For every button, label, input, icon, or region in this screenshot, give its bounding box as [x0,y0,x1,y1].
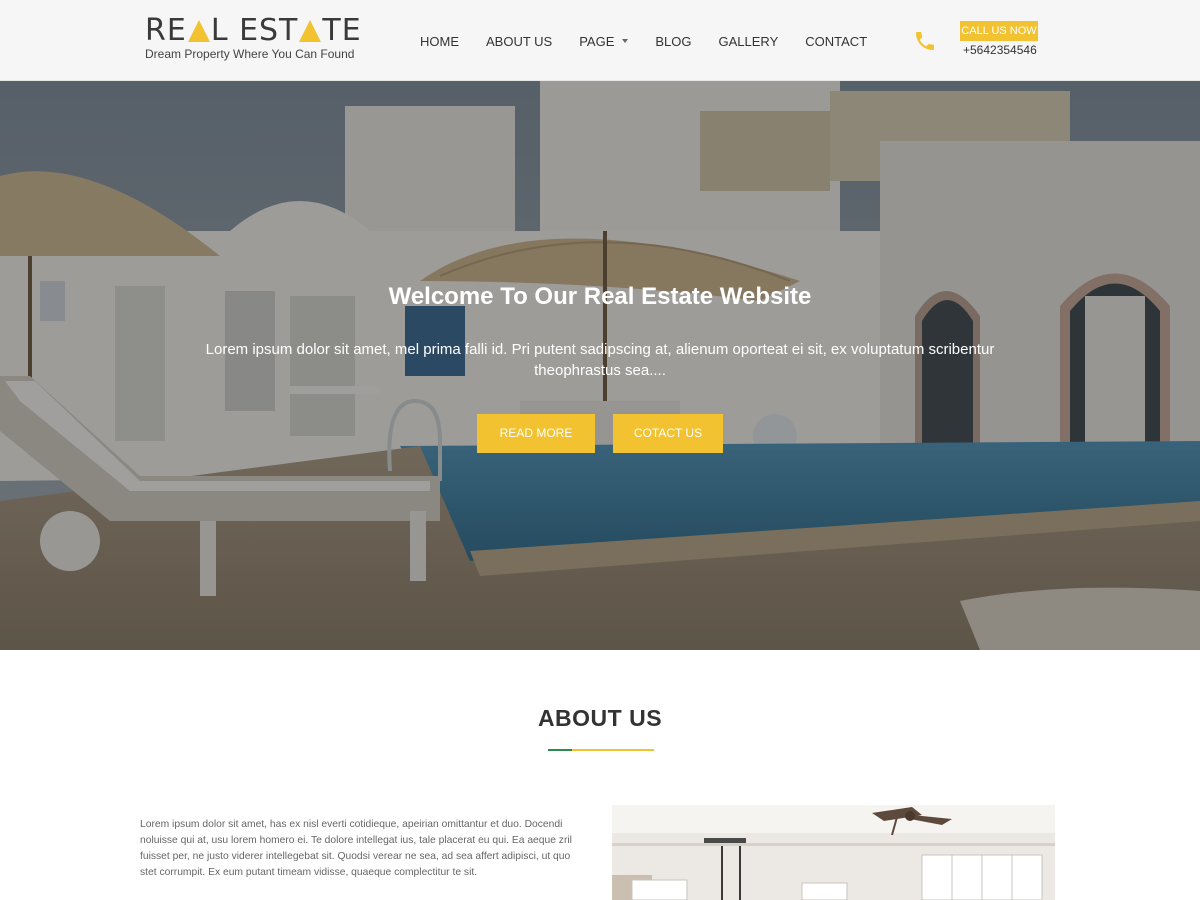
read-more-button[interactable]: READ MORE [477,414,595,453]
nav-item-label: HOME [420,33,459,49]
logo-title-part: RE [145,13,187,48]
nav-item-label: GALLERY [718,33,779,49]
hero-banner: Welcome To Our Real Estate Website Lorem… [0,81,1200,650]
logo-tagline: Dream Property Where You Can Found [145,47,355,61]
nav-item-label: PAGE [579,33,615,49]
nav-item-gallery[interactable]: GALLERY [719,34,779,49]
logo-title-part: TE [322,13,362,48]
nav-item-contact[interactable]: CONTACT [805,34,867,49]
underline-accent [548,749,572,751]
interior-photo [612,805,1055,900]
site-logo[interactable]: RE L EST TE Dream Property Where You Can F… [145,13,362,62]
phone-icon [916,32,934,50]
nav-item-label: ABOUT US [486,33,553,49]
nav-item-label: BLOG [655,33,692,49]
about-description: Lorem ipsum dolor sit amet, has ex nisl … [140,819,572,878]
logo-title: RE L EST TE [145,13,362,48]
nav-item-page[interactable]: PAGE [579,33,629,49]
contact-us-button[interactable]: COTACT US [613,414,723,453]
logo-a-triangle-icon [187,20,210,42]
nav-item-label: CONTACT [805,33,868,49]
phone-number[interactable]: +5642354546 [963,43,1037,57]
hero-title: Welcome To Our Real Estate Website [388,283,812,310]
about-section-title: ABOUT US [537,705,663,731]
call-us-now-badge: CALL US NOW [960,21,1038,41]
title-underline-divider [548,749,654,751]
logo-a-triangle-icon [299,20,322,42]
hero-description: Lorem ipsum dolor sit amet, mel prima fa… [205,341,995,379]
chevron-down-icon [622,39,629,43]
main-nav: HOME ABOUT US PAGE BLOG GALLERY CONTACT [420,30,894,52]
nav-item-about-us[interactable]: ABOUT US [486,34,552,49]
site-header: RE L EST TE Dream Property Where You Can F… [0,0,1200,81]
logo-title-part: L EST [210,13,299,48]
nav-item-home[interactable]: HOME [420,34,459,49]
nav-item-blog[interactable]: BLOG [655,34,691,49]
about-room-image [612,805,1055,900]
